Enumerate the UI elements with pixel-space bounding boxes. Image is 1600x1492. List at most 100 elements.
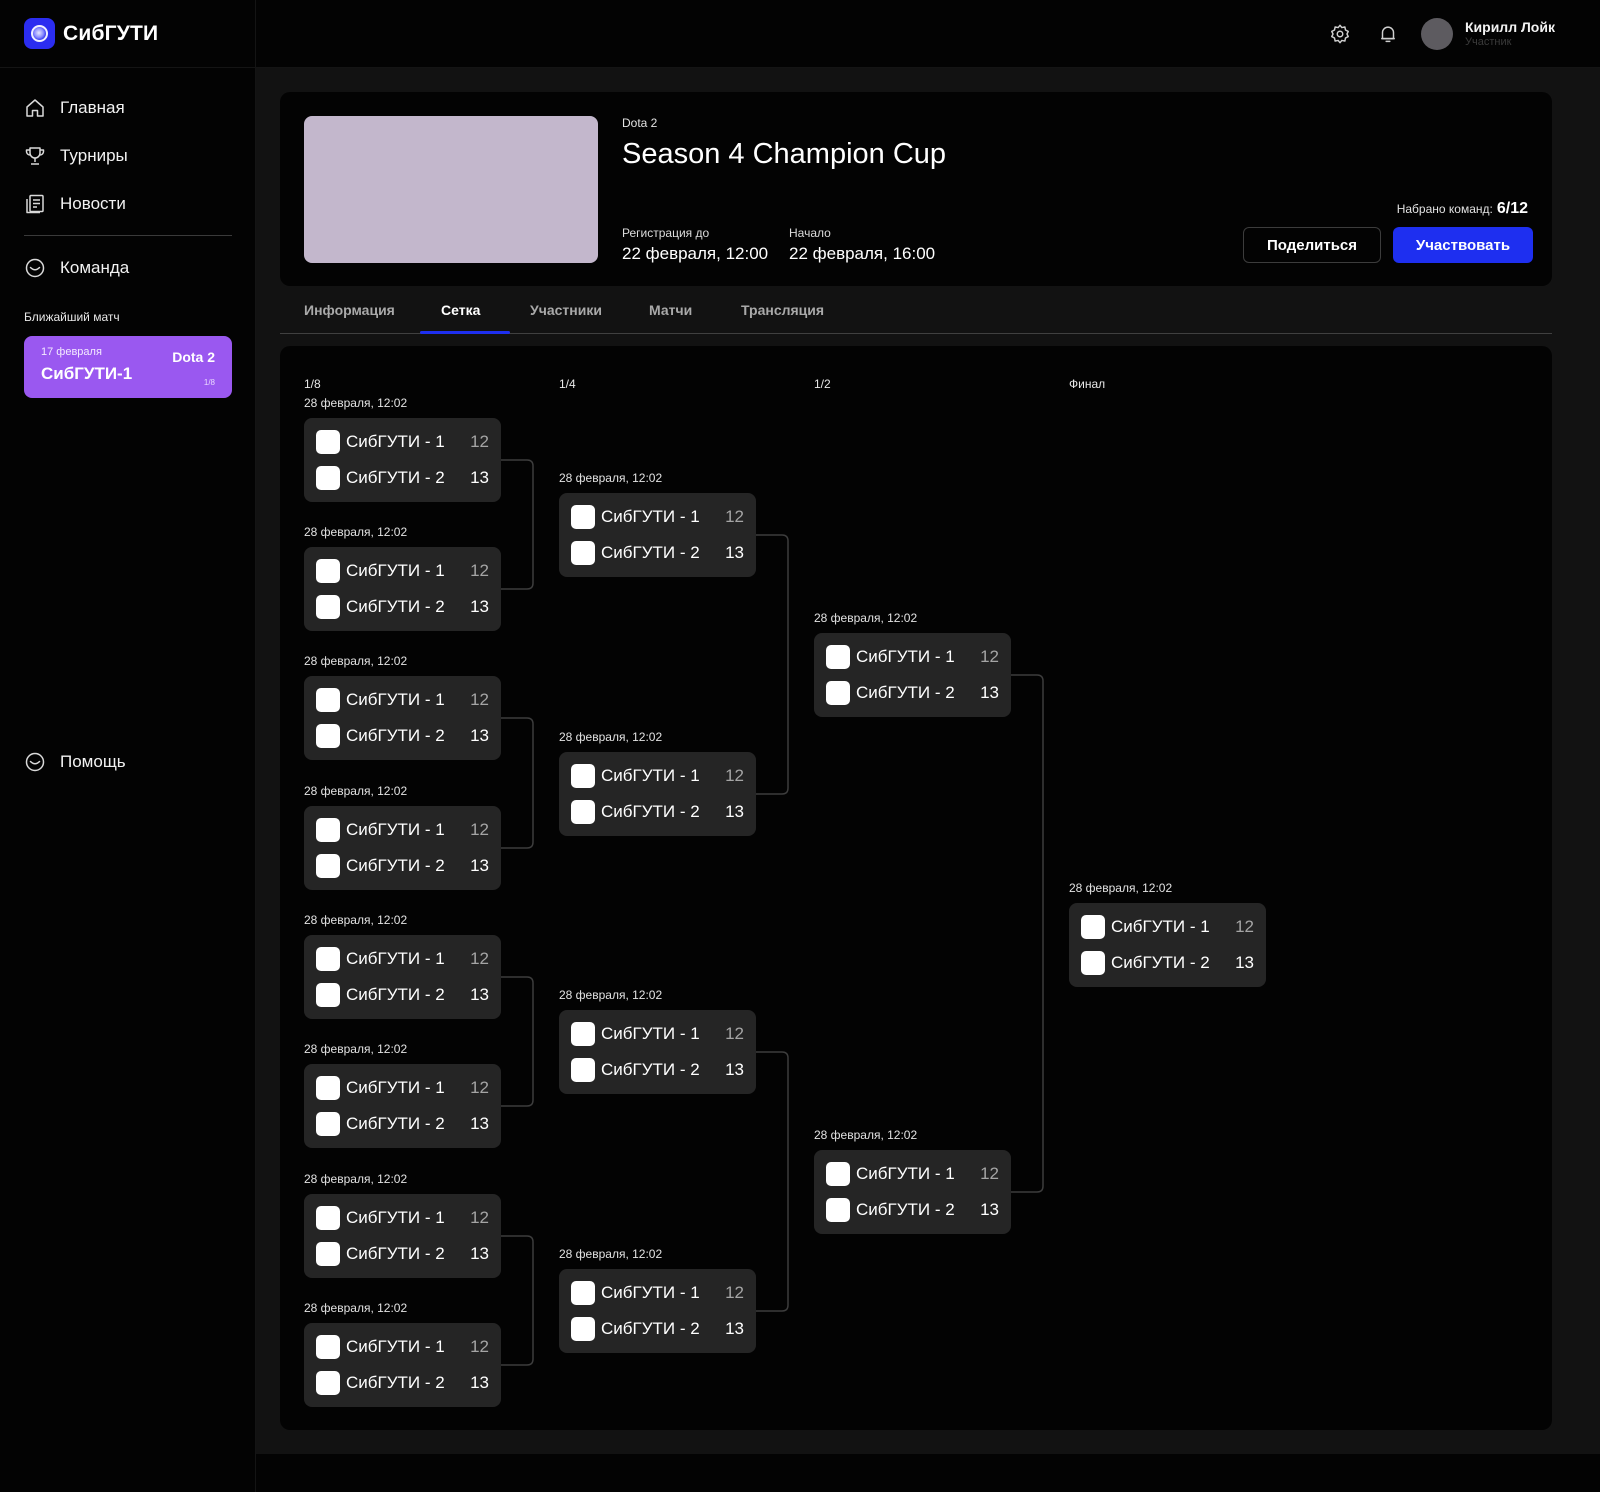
team-score: 13 <box>470 1244 489 1263</box>
team-row: СибГУТИ - 2 13 <box>316 724 489 748</box>
team-score: 13 <box>470 1114 489 1133</box>
team-score: 12 <box>470 690 489 709</box>
tab-bracket[interactable]: Сетка <box>441 286 480 334</box>
bracket-connector <box>501 976 534 1107</box>
sidebar-item-label: Новости <box>60 194 126 213</box>
team-score: 12 <box>725 1024 744 1043</box>
team-logo <box>316 947 340 971</box>
match-card[interactable]: СибГУТИ - 1 12 СибГУТИ - 2 13 <box>559 493 756 577</box>
match-card[interactable]: СибГУТИ - 1 12 СибГУТИ - 2 13 <box>1069 903 1266 987</box>
sidebar-item-team[interactable]: Команда <box>24 244 232 292</box>
match-card[interactable]: СибГУТИ - 1 12 СибГУТИ - 2 13 <box>304 1194 501 1278</box>
match-card[interactable]: СибГУТИ - 1 12 СибГУТИ - 2 13 <box>814 633 1011 717</box>
tab-broadcast[interactable]: Трансляция <box>741 286 824 334</box>
tab-matches[interactable]: Матчи <box>649 286 692 334</box>
team-name: СибГУТИ - 1 <box>346 949 445 968</box>
sidebar-item-news[interactable]: Новости <box>24 180 232 228</box>
match-card[interactable]: СибГУТИ - 1 12 СибГУТИ - 2 13 <box>304 806 501 890</box>
team-row: СибГУТИ - 2 13 <box>826 1198 999 1222</box>
team-logo <box>316 1335 340 1359</box>
team-row: СибГУТИ - 2 13 <box>571 1317 744 1341</box>
team-score: 13 <box>470 1373 489 1392</box>
team-logo <box>826 1198 850 1222</box>
nearest-match-stage: 1/8 <box>203 378 215 387</box>
team-score: 13 <box>470 468 489 487</box>
sidebar-item-home[interactable]: Главная <box>24 84 232 132</box>
team-score: 12 <box>470 1337 489 1356</box>
team-name: СибГУТИ - 1 <box>346 1078 445 1097</box>
team-row: СибГУТИ - 1 12 <box>571 1022 744 1046</box>
team-score: 13 <box>725 543 744 562</box>
tournament-game: Dota 2 <box>622 116 658 130</box>
tab-information[interactable]: Информация <box>304 286 395 334</box>
match-date: 28 февраля, 12:02 <box>559 988 663 1002</box>
user-role: Участник <box>1465 36 1512 48</box>
bracket-connector <box>501 1235 534 1366</box>
team-logo <box>571 1022 595 1046</box>
match-card[interactable]: СибГУТИ - 1 12 СибГУТИ - 2 13 <box>559 1269 756 1353</box>
team-logo <box>571 764 595 788</box>
match-card[interactable]: СибГУТИ - 1 12 СибГУТИ - 2 13 <box>304 1323 501 1407</box>
team-name: СибГУТИ - 2 <box>601 1060 700 1079</box>
share-button[interactable]: Поделиться <box>1243 227 1381 263</box>
round-label: 1/8 <box>304 377 321 391</box>
match-card[interactable]: СибГУТИ - 1 12 СибГУТИ - 2 13 <box>304 935 501 1019</box>
round-label: 1/4 <box>559 377 576 391</box>
match-card[interactable]: СибГУТИ - 1 12 СибГУТИ - 2 13 <box>304 418 501 502</box>
sidebar-item-help[interactable]: Помощь <box>24 738 232 786</box>
match-date: 28 февраля, 12:02 <box>559 730 663 744</box>
bracket-connector <box>501 459 534 590</box>
start-value: 22 февраля, 16:00 <box>789 244 936 263</box>
team-logo <box>316 595 340 619</box>
match-date: 28 февраля, 12:02 <box>304 1042 408 1056</box>
settings-icon[interactable] <box>1328 22 1352 46</box>
join-button[interactable]: Участвовать <box>1393 227 1533 263</box>
match-card[interactable]: СибГУТИ - 1 12 СибГУТИ - 2 13 <box>559 752 756 836</box>
team-score: 12 <box>470 949 489 968</box>
teams-count-label: Набрано команд: <box>1396 202 1493 216</box>
team-name: СибГУТИ - 1 <box>346 561 445 580</box>
logo-icon <box>24 18 55 49</box>
team-row: СибГУТИ - 2 13 <box>316 1112 489 1136</box>
team-score: 13 <box>470 985 489 1004</box>
team-logo <box>571 800 595 824</box>
match-date: 28 февраля, 12:02 <box>304 654 408 668</box>
team-name: СибГУТИ - 1 <box>856 647 955 666</box>
team-row: СибГУТИ - 2 13 <box>571 1058 744 1082</box>
nearest-match-card[interactable]: 17 февраля Dota 2 СибГУТИ-1 1/8 <box>24 336 232 398</box>
match-card[interactable]: СибГУТИ - 1 12 СибГУТИ - 2 13 <box>559 1010 756 1094</box>
sidebar-item-tournaments[interactable]: Турниры <box>24 132 232 180</box>
team-row: СибГУТИ - 1 12 <box>571 505 744 529</box>
match-card[interactable]: СибГУТИ - 1 12 СибГУТИ - 2 13 <box>304 1064 501 1148</box>
tab-participants[interactable]: Участники <box>530 286 602 334</box>
round-label: Финал <box>1069 377 1106 391</box>
registration-label: Регистрация до <box>622 226 710 240</box>
team-name: СибГУТИ - 1 <box>346 690 445 709</box>
team-logo <box>571 505 595 529</box>
match-card[interactable]: СибГУТИ - 1 12 СибГУТИ - 2 13 <box>304 676 501 760</box>
team-score: 12 <box>470 1078 489 1097</box>
team-row: СибГУТИ - 1 12 <box>826 645 999 669</box>
team-score: 12 <box>725 507 744 526</box>
team-score: 13 <box>470 726 489 745</box>
team-logo <box>316 688 340 712</box>
team-name: СибГУТИ - 1 <box>601 766 700 785</box>
match-date: 28 февраля, 12:02 <box>814 1128 918 1142</box>
logo[interactable]: СибГУТИ <box>0 0 255 68</box>
team-row: СибГУТИ - 1 12 <box>316 818 489 842</box>
match-card[interactable]: СибГУТИ - 1 12 СибГУТИ - 2 13 <box>814 1150 1011 1234</box>
match-date: 28 февраля, 12:02 <box>559 471 663 485</box>
user-name[interactable]: Кирилл Лойк <box>1465 19 1555 35</box>
team-logo <box>316 1206 340 1230</box>
team-row: СибГУТИ - 2 13 <box>316 595 489 619</box>
match-card[interactable]: СибГУТИ - 1 12 СибГУТИ - 2 13 <box>304 547 501 631</box>
avatar[interactable] <box>1421 18 1453 50</box>
team-name: СибГУТИ - 2 <box>601 802 700 821</box>
nearest-match-team: СибГУТИ-1 <box>41 364 133 383</box>
nearest-match-label: Ближайший матч <box>24 310 120 324</box>
team-name: СибГУТИ - 2 <box>346 597 445 616</box>
team-row: СибГУТИ - 2 13 <box>316 854 489 878</box>
team-logo <box>571 541 595 565</box>
team-logo <box>316 1371 340 1395</box>
bell-icon[interactable] <box>1376 22 1400 46</box>
